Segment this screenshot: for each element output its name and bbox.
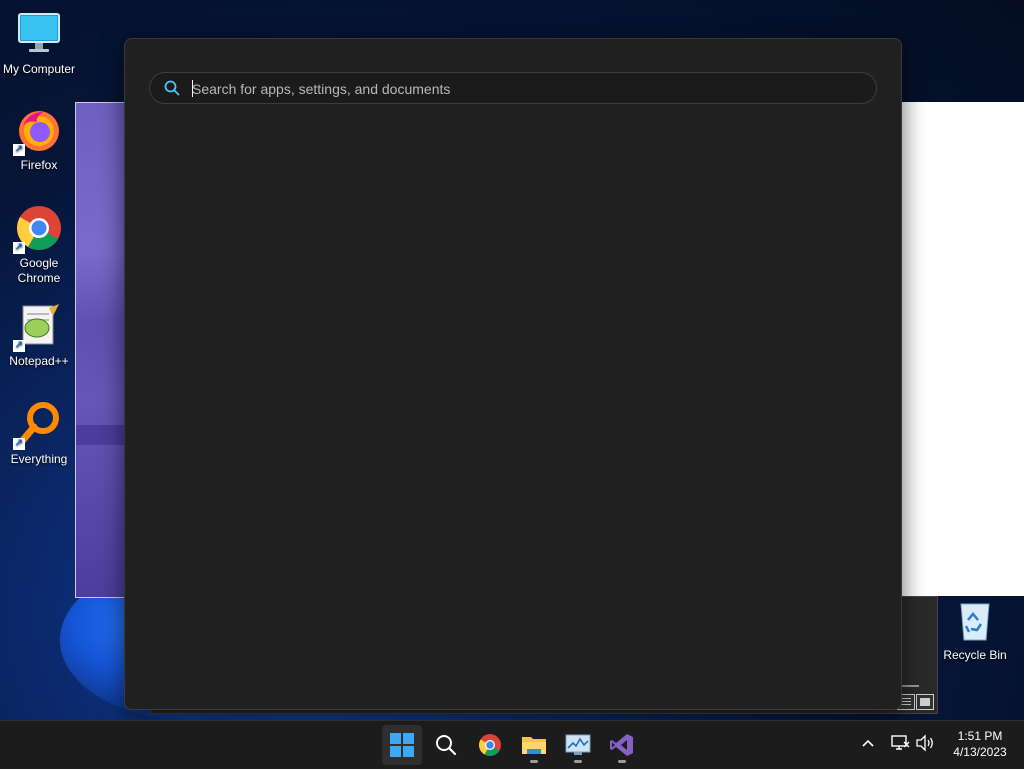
large-icons-view-icon[interactable]: [916, 694, 934, 710]
desktop-icon-label: My Computer: [2, 62, 76, 76]
taskbar-clock[interactable]: 1:51 PM 4/13/2023: [940, 728, 1020, 760]
running-indicator: [530, 760, 538, 763]
recycle-bin-icon: [951, 596, 999, 644]
taskbar-search-button[interactable]: [426, 725, 466, 765]
taskbar-chrome-button[interactable]: [470, 725, 510, 765]
desktop-icon-label: Notepad++: [9, 354, 69, 368]
search-input[interactable]: [190, 77, 864, 101]
search-icon: [435, 734, 457, 761]
running-indicator: [618, 760, 626, 763]
visual-studio-icon: [610, 733, 634, 762]
running-indicator: [574, 760, 582, 763]
monitor-icon: [15, 10, 63, 58]
text-caret: [192, 80, 193, 97]
windows-start-icon: [390, 733, 414, 762]
chrome-icon: ↗: [13, 204, 63, 254]
desktop-icon-label: Recycle Bin: [943, 648, 1007, 662]
firefox-icon: ↗: [13, 106, 63, 156]
desktop-icon-label: Everything: [10, 452, 68, 466]
desktop-icon-firefox[interactable]: ↗ Firefox: [0, 106, 78, 173]
desktop-icon-recycle-bin[interactable]: Recycle Bin: [936, 596, 1014, 663]
taskbar-visual-studio-button[interactable]: [602, 725, 642, 765]
background-window-white[interactable]: [898, 102, 1024, 596]
clock-date: 4/13/2023: [953, 745, 1007, 759]
monitor-chart-icon: [565, 734, 591, 761]
search-icon: [164, 80, 180, 101]
network-icon[interactable]: [890, 734, 910, 757]
taskbar-file-explorer-button[interactable]: [514, 725, 554, 765]
taskbar: [0, 720, 1024, 769]
scroll-indicator: [901, 685, 919, 687]
desktop-icon-everything[interactable]: ↗ Everything: [0, 400, 78, 467]
volume-icon[interactable]: [915, 734, 935, 757]
folder-icon: [521, 733, 547, 762]
search-box[interactable]: [149, 72, 877, 104]
clock-time: 1:51 PM: [957, 729, 1003, 743]
taskbar-resource-monitor-button[interactable]: [558, 725, 598, 765]
chrome-icon: [478, 733, 502, 762]
notepadpp-icon: ↗: [13, 302, 63, 352]
search-panel: [124, 38, 902, 710]
everything-icon: ↗: [13, 400, 63, 450]
desktop-icon-label: Firefox: [20, 158, 58, 172]
chevron-up-icon[interactable]: [860, 735, 876, 756]
start-button[interactable]: [382, 725, 422, 765]
desktop-icon-google-chrome[interactable]: ↗ Google Chrome: [0, 204, 78, 286]
desktop-icon-label: Google Chrome: [17, 256, 61, 285]
desktop-icon-notepadpp[interactable]: ↗ Notepad++: [0, 302, 78, 369]
desktop-icon-my-computer[interactable]: My Computer: [0, 10, 78, 77]
